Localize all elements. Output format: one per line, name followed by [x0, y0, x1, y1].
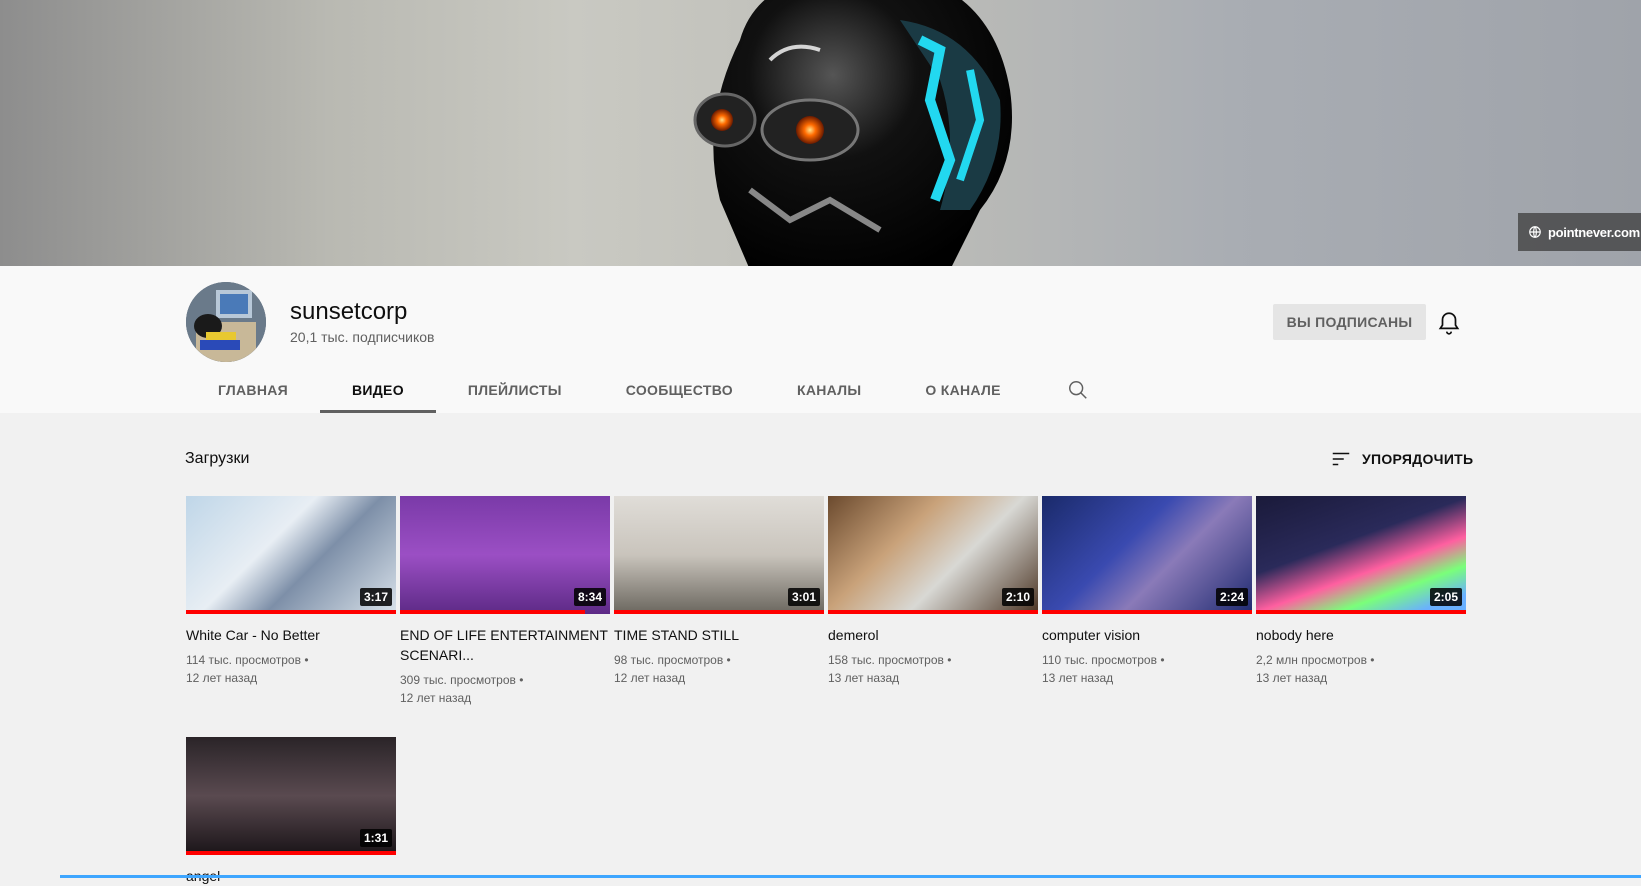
uploads-title: Загрузки — [185, 450, 250, 467]
watch-progress — [1042, 610, 1252, 614]
sort-icon — [1332, 452, 1350, 466]
channel-header: sunsetcorp 20,1 тыс. подписчиков ВЫ ПОДП… — [0, 266, 1641, 413]
video-title[interactable]: TIME STAND STILL — [614, 625, 824, 645]
video-thumbnail[interactable]: 2:05 — [1256, 496, 1466, 614]
globe-icon — [1529, 226, 1541, 238]
video-duration: 2:24 — [1215, 588, 1248, 606]
sort-button[interactable]: УПОРЯДОЧИТЬ — [1330, 448, 1473, 470]
video-card[interactable]: 2:10 demerol 158 тыс. просмотров • 13 ле… — [828, 496, 1038, 707]
video-duration: 3:17 — [359, 588, 392, 606]
video-title[interactable]: nobody here — [1256, 625, 1466, 645]
watch-progress — [186, 851, 396, 855]
video-title[interactable]: END OF LIFE ENTERTAINMENT SCENARI... — [400, 625, 610, 665]
watch-progress — [614, 610, 824, 614]
channel-tabs: ГЛАВНАЯ ВИДЕО ПЛЕЙЛИСТЫ СООБЩЕСТВО КАНАЛ… — [186, 366, 1103, 413]
video-duration: 2:10 — [1001, 588, 1034, 606]
video-meta: 114 тыс. просмотров • 12 лет назад — [186, 651, 396, 687]
video-duration: 1:31 — [359, 829, 392, 847]
video-meta: 2,2 млн просмотров • 13 лет назад — [1256, 651, 1466, 687]
video-views: 110 тыс. просмотров — [1042, 653, 1157, 667]
banner-link-text: pointnever.com — [1548, 224, 1640, 240]
video-views: 158 тыс. просмотров — [828, 653, 944, 667]
watch-progress — [186, 610, 396, 614]
video-meta: 98 тыс. просмотров • 12 лет назад — [614, 651, 824, 687]
video-thumbnail[interactable]: 2:10 — [828, 496, 1038, 614]
robot-skull-image — [693, 0, 1012, 266]
channel-banner: pointnever.com — [0, 0, 1641, 266]
video-meta: 158 тыс. просмотров • 13 лет назад — [828, 651, 1038, 687]
video-thumbnail[interactable]: 2:24 — [1042, 496, 1252, 614]
tab-videos[interactable]: ВИДЕО — [320, 366, 436, 413]
avatar-image — [186, 282, 266, 362]
video-views: 98 тыс. просмотров — [614, 653, 724, 667]
video-views: 114 тыс. просмотров — [186, 653, 301, 667]
video-age: 13 лет назад — [1256, 671, 1328, 685]
video-thumbnail[interactable]: 3:01 — [614, 496, 824, 614]
video-thumbnail[interactable]: 3:17 — [186, 496, 396, 614]
banner-website-link[interactable]: pointnever.com — [1518, 213, 1641, 251]
video-age: 12 лет назад — [400, 691, 472, 705]
video-views: 309 тыс. просмотров — [400, 673, 516, 687]
channel-avatar[interactable] — [186, 282, 266, 362]
channel-name: sunsetcorp — [290, 298, 408, 325]
video-age: 13 лет назад — [1042, 671, 1114, 685]
search-icon — [1068, 380, 1087, 399]
tab-about[interactable]: О КАНАЛЕ — [893, 366, 1032, 413]
video-meta: 309 тыс. просмотров • 12 лет назад — [400, 671, 610, 707]
tab-home[interactable]: ГЛАВНАЯ — [186, 366, 320, 413]
video-age: 13 лет назад — [828, 671, 900, 685]
video-card[interactable]: 1:31 angel — [186, 737, 396, 886]
video-duration: 8:34 — [573, 588, 606, 606]
channel-search-button[interactable] — [1053, 366, 1103, 413]
video-card[interactable]: 3:17 White Car - No Better 114 тыс. прос… — [186, 496, 396, 707]
bell-icon[interactable] — [1436, 310, 1462, 336]
video-card[interactable]: 2:05 nobody here 2,2 млн просмотров • 13… — [1256, 496, 1466, 707]
tab-playlists[interactable]: ПЛЕЙЛИСТЫ — [436, 366, 594, 413]
video-card[interactable]: 2:24 computer vision 110 тыс. просмотров… — [1042, 496, 1252, 707]
video-thumbnail[interactable]: 8:34 — [400, 496, 610, 614]
tab-channels[interactable]: КАНАЛЫ — [765, 366, 893, 413]
subscribed-button[interactable]: ВЫ ПОДПИСАНЫ — [1273, 304, 1426, 340]
video-title[interactable]: computer vision — [1042, 625, 1252, 645]
watch-progress — [1256, 610, 1466, 614]
video-title[interactable]: White Car - No Better — [186, 625, 396, 645]
watch-progress — [828, 610, 1038, 614]
video-thumbnail[interactable]: 1:31 — [186, 737, 396, 855]
video-card[interactable]: 3:01 TIME STAND STILL 98 тыс. просмотров… — [614, 496, 824, 707]
tab-community[interactable]: СООБЩЕСТВО — [594, 366, 765, 413]
video-age: 12 лет назад — [614, 671, 686, 685]
video-grid: 3:17 White Car - No Better 114 тыс. прос… — [186, 496, 1466, 886]
video-duration: 3:01 — [787, 588, 820, 606]
video-age: 12 лет назад — [186, 671, 258, 685]
sort-label: УПОРЯДОЧИТЬ — [1362, 451, 1474, 467]
video-card[interactable]: 8:34 END OF LIFE ENTERTAINMENT SCENARI..… — [400, 496, 610, 707]
watch-progress — [400, 610, 585, 614]
video-views: 2,2 млн просмотров — [1256, 653, 1367, 667]
video-duration: 2:05 — [1429, 588, 1462, 606]
subscriber-count: 20,1 тыс. подписчиков — [290, 329, 435, 345]
video-meta: 110 тыс. просмотров • 13 лет назад — [1042, 651, 1252, 687]
video-title[interactable]: demerol — [828, 625, 1038, 645]
